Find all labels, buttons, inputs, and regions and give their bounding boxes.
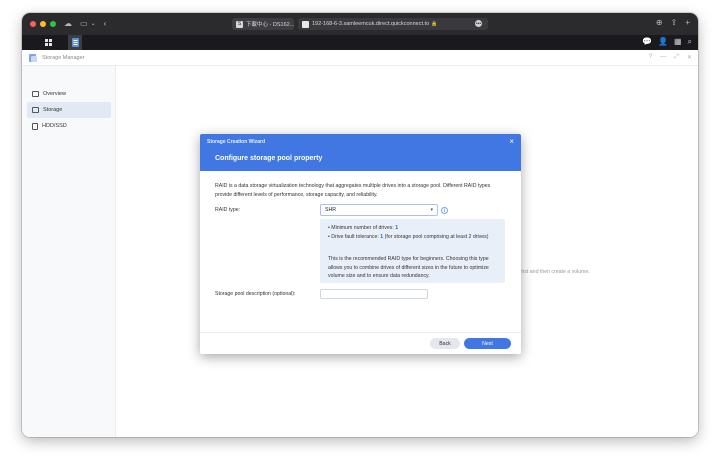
sidebar-item-hdd-ssd[interactable]: HDD/SSD xyxy=(27,118,111,134)
sidebar-item-label: Storage xyxy=(43,107,63,113)
main-menu-button[interactable] xyxy=(42,35,54,50)
dsm-taskbar-right: 💬 👤 ▦ ⌕ xyxy=(642,37,692,47)
zoom-window-button[interactable] xyxy=(50,21,56,27)
more-options-icon[interactable]: ••• xyxy=(475,20,482,27)
download-icon[interactable]: ⊕ xyxy=(656,18,663,27)
browser-tab-download-center[interactable]: S 下載中心 - DS162... xyxy=(232,18,294,30)
dsm-taskbar: 💬 👤 ▦ ⌕ xyxy=(22,35,698,50)
dialog-step-title: Configure storage pool property xyxy=(215,155,323,162)
sidebar-item-label: Overview xyxy=(43,91,66,97)
raid-type-value: SHR xyxy=(325,207,336,213)
drive-icon xyxy=(32,122,38,130)
new-tab-icon[interactable]: + xyxy=(685,18,690,27)
chevron-down-icon: ▾ xyxy=(430,207,433,213)
dialog-header: Storage Creation Wizard × Configure stor… xyxy=(200,134,521,171)
dialog-close-icon[interactable]: × xyxy=(509,137,514,146)
widgets-icon[interactable]: ▦ xyxy=(674,37,682,47)
close-icon[interactable]: ✕ xyxy=(687,54,692,61)
storage-manager-taskbar-button[interactable] xyxy=(68,35,82,50)
raid-type-label: RAID type: xyxy=(215,207,241,213)
storage-icon xyxy=(32,107,39,113)
min-drives-label: Minimum number of drives: xyxy=(331,225,394,231)
help-icon[interactable]: ? xyxy=(649,54,652,61)
empty-state-hint: first and then create a volume. xyxy=(520,269,590,275)
app-title: Storage Manager xyxy=(42,54,85,61)
minimize-icon[interactable]: — xyxy=(660,54,666,61)
site-favicon-icon xyxy=(302,20,309,28)
chat-icon[interactable]: 💬 xyxy=(642,37,652,47)
fault-tolerance-line: • Drive fault tolerance: 1 (for storage … xyxy=(328,234,489,240)
download-station-favicon-icon: S xyxy=(236,20,243,28)
info-icon[interactable]: i xyxy=(441,207,448,214)
fault-tolerance-value: 1 xyxy=(380,234,384,240)
browser-toolbar: ☁ ▭ ⌄ ‹ S 下載中心 - DS162... 192-168-6-3.sa… xyxy=(22,13,698,35)
close-window-button[interactable] xyxy=(30,21,36,27)
back-button[interactable]: Back xyxy=(430,338,460,349)
traffic-lights xyxy=(30,21,56,27)
fault-tolerance-note: (for storage pool comprising at least 2 … xyxy=(384,234,489,240)
wizard-title: Storage Creation Wizard xyxy=(207,139,266,145)
maximize-icon[interactable]: ⤢ xyxy=(674,54,679,61)
pool-description-label: Storage pool description (optional): xyxy=(215,291,296,297)
search-icon[interactable]: ⌕ xyxy=(688,37,692,47)
sidebar-item-label: HDD/SSD xyxy=(42,123,67,129)
recommendation-text: This is the recommended RAID type for be… xyxy=(328,256,489,279)
tab-title: 下載中心 - DS162... xyxy=(246,22,294,28)
next-button[interactable]: Next xyxy=(464,338,511,349)
share-icon[interactable]: ⇪ xyxy=(671,18,678,27)
address-bar[interactable]: 192-168-6-3.samleemcuk.direct.quickconne… xyxy=(298,18,488,30)
raid-info-box: • Minimum number of drives: 1 • Drive fa… xyxy=(320,219,505,283)
browser-actions: ⊕ ⇪ + xyxy=(656,18,690,27)
sidebar-item-storage[interactable]: Storage xyxy=(27,102,111,118)
sidebar: Overview Storage HDD/SSD xyxy=(22,66,116,437)
raid-type-select[interactable]: SHR ▾ xyxy=(320,204,438,216)
sidebar-item-overview[interactable]: Overview xyxy=(27,86,111,102)
pool-description-input[interactable] xyxy=(320,289,428,299)
storage-creation-wizard-dialog: Storage Creation Wizard × Configure stor… xyxy=(200,134,521,354)
overview-icon xyxy=(32,91,39,97)
grid-icon xyxy=(44,39,52,46)
sidebar-icon[interactable]: ▭ xyxy=(80,20,88,28)
app-window-controls: ? — ⤢ ✕ xyxy=(649,54,692,61)
app-window-header: Storage Manager ? — ⤢ ✕ xyxy=(22,50,698,66)
minimize-window-button[interactable] xyxy=(40,21,46,27)
cloud-icon[interactable]: ☁ xyxy=(64,20,72,28)
chevron-down-icon[interactable]: ⌄ xyxy=(91,21,96,27)
user-icon[interactable]: 👤 xyxy=(658,37,668,47)
raid-description: RAID is a data storage virtualization te… xyxy=(215,183,491,198)
fault-tolerance-label: Drive fault tolerance: xyxy=(331,234,379,240)
min-drives-value: 1 xyxy=(395,225,399,231)
min-drives-line: • Minimum number of drives: 1 xyxy=(328,225,399,231)
back-arrow-icon[interactable]: ‹ xyxy=(104,20,107,28)
url-text[interactable]: 192-168-6-3.samleemcuk.direct.quickconne… xyxy=(312,21,429,27)
lock-icon: 🔒 xyxy=(431,21,438,27)
storage-manager-icon xyxy=(71,38,79,47)
storage-manager-app-icon xyxy=(29,53,37,62)
